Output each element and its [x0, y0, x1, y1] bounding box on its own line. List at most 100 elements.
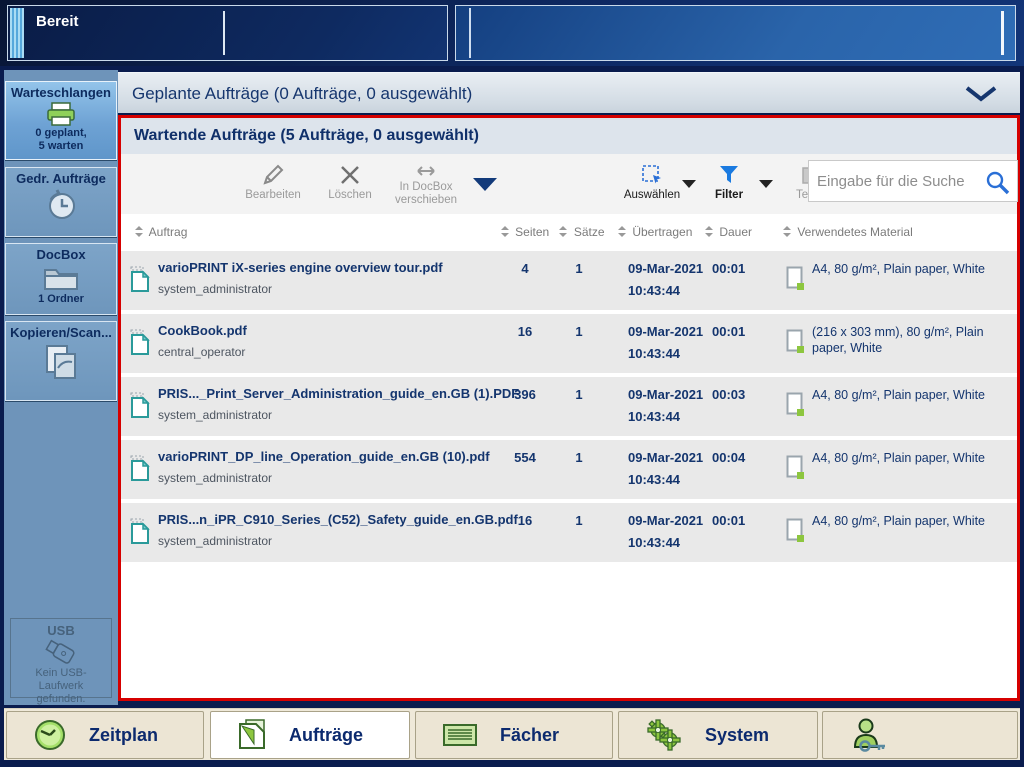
top-status-bar: Bereit: [0, 0, 1024, 66]
job-material: A4, 80 g/m², Plain paper, White: [812, 451, 986, 465]
sidebar-item-warteschlangen[interactable]: Warteschlangen 0 geplant, 5 warten: [5, 81, 117, 160]
sidebar: Warteschlangen 0 geplant, 5 warten Gedr.…: [4, 70, 118, 705]
tab-auftraege[interactable]: Aufträge: [210, 711, 410, 759]
job-owner: central_operator: [158, 345, 246, 359]
sidebar-item-kopieren-scan[interactable]: Kopieren/Scan...: [5, 321, 117, 401]
chevron-down-icon[interactable]: [964, 86, 998, 102]
right-edge: [1020, 66, 1024, 767]
job-name: PRIS..._Print_Server_Administration_guid…: [158, 386, 520, 401]
job-material: A4, 80 g/m², Plain paper, White: [812, 514, 986, 528]
move-to-docbox-button[interactable]: In DocBox verschieben: [385, 161, 467, 207]
sidebar-item-gedr-auftraege[interactable]: Gedr. Aufträge: [5, 167, 117, 237]
job-owner: system_administrator: [158, 282, 273, 296]
tab-faecher[interactable]: Fächer: [415, 711, 613, 759]
table-row[interactable]: PRIS...n_iPR_C910_Series_(C52)_Safety_gu…: [121, 503, 1017, 562]
job-name: CookBook.pdf: [158, 323, 247, 338]
copy-scan-icon: [46, 345, 76, 379]
machine-status-text: Bereit: [36, 13, 79, 30]
filter-button[interactable]: Filter: [696, 161, 762, 202]
scheduled-jobs-bar[interactable]: Geplante Aufträge (0 Aufträge, 0 ausgewä…: [118, 72, 1020, 113]
tab-login[interactable]: [822, 711, 1018, 759]
job-document-icon: [130, 455, 150, 481]
column-header-auftrag[interactable]: Auftrag: [135, 225, 187, 239]
sidebar-item-docbox[interactable]: DocBox 1 Ordner: [5, 243, 117, 315]
jobs-table-body: varioPRINT iX-series engine overview tou…: [121, 251, 1017, 562]
column-header-seiten[interactable]: Seiten: [499, 225, 551, 239]
search-box: [808, 160, 1018, 202]
tab-zeitplan[interactable]: Zeitplan: [6, 711, 204, 759]
select-dropdown[interactable]: [682, 180, 696, 188]
material-icon: [786, 455, 804, 479]
column-header-saetze[interactable]: Sätze: [553, 225, 611, 239]
tab-label: Zeitplan: [89, 724, 159, 745]
gears-icon: [645, 718, 683, 752]
info-divider-right: [1001, 11, 1004, 55]
job-material: A4, 80 g/m², Plain paper, White: [812, 262, 986, 276]
job-transferred-date: 09-Mar-2021: [628, 324, 704, 339]
job-owner: system_administrator: [158, 534, 273, 548]
column-header-dauer[interactable]: Dauer: [705, 225, 752, 239]
job-sets: 1: [575, 513, 583, 528]
job-transferred-date: 09-Mar-2021: [628, 513, 704, 528]
queue-waiting-count: 5 warten: [38, 140, 84, 152]
secondary-status-box: [455, 5, 1016, 61]
job-pages: 16: [517, 513, 533, 528]
job-name: PRIS...n_iPR_C910_Series_(C52)_Safety_gu…: [158, 512, 518, 527]
tab-label: Fächer: [500, 724, 560, 745]
info-divider-left: [469, 8, 471, 58]
sidebar-item-label: DocBox: [36, 247, 86, 262]
status-divider: [223, 11, 225, 55]
job-transferred-date: 09-Mar-2021: [628, 450, 704, 465]
table-row[interactable]: CookBook.pdf central_operator 16 1 09-Ma…: [121, 314, 1017, 373]
job-pages: 396: [514, 387, 536, 402]
material-icon: [786, 329, 804, 353]
folder-icon: [44, 269, 78, 290]
move-arrows-icon: [417, 166, 435, 176]
job-duration: 00:01: [712, 513, 746, 528]
job-document-icon: [130, 266, 150, 292]
job-transferred-date: 09-Mar-2021: [628, 261, 704, 276]
column-header-uebertragen[interactable]: Übertragen: [618, 225, 692, 239]
tab-label: System: [705, 724, 770, 745]
job-owner: system_administrator: [158, 471, 273, 485]
job-transferred-date: 09-Mar-2021: [628, 387, 704, 402]
usb-label: USB: [47, 623, 75, 638]
pencil-icon: [263, 164, 284, 185]
job-pages: 4: [521, 261, 529, 276]
status-stripes-icon: [10, 8, 24, 58]
more-actions-dropdown[interactable]: [473, 178, 497, 191]
job-transferred-time: 10:43:44: [628, 535, 681, 550]
search-icon[interactable]: [985, 170, 1011, 196]
sort-icon: [500, 226, 509, 237]
tab-system[interactable]: System: [618, 711, 818, 759]
job-pages: 16: [517, 324, 533, 339]
table-row[interactable]: varioPRINT_DP_line_Operation_guide_en.GB…: [121, 440, 1017, 499]
select-button[interactable]: Auswählen: [615, 161, 689, 202]
filter-dropdown[interactable]: [759, 180, 773, 188]
jobs-icon: [237, 718, 267, 752]
table-row[interactable]: varioPRINT iX-series engine overview tou…: [121, 251, 1017, 310]
job-name: varioPRINT_DP_line_Operation_guide_en.GB…: [158, 449, 490, 464]
job-material: A4, 80 g/m², Plain paper, White: [812, 388, 986, 402]
bottom-tab-bar: Zeitplan Aufträge Fächer System: [4, 708, 1020, 760]
user-key-icon: [849, 717, 889, 753]
job-duration: 00:03: [712, 387, 746, 402]
printer-icon: [47, 102, 75, 126]
job-duration: 00:01: [712, 261, 746, 276]
job-owner: system_administrator: [158, 408, 273, 422]
delete-button[interactable]: Löschen: [313, 161, 387, 202]
job-sets: 1: [575, 450, 583, 465]
edit-button[interactable]: Bearbeiten: [236, 161, 310, 202]
job-document-icon: [130, 518, 150, 544]
material-icon: [786, 518, 804, 542]
search-input[interactable]: [817, 161, 977, 201]
table-row[interactable]: PRIS..._Print_Server_Administration_guid…: [121, 377, 1017, 436]
scheduled-jobs-title: Geplante Aufträge (0 Aufträge, 0 ausgewä…: [132, 84, 473, 103]
usb-section: USB Kein USB-Laufwerk gefunden.: [10, 618, 112, 705]
job-material: (216 x 303 mm), 80 g/m², Plain paper, Wh…: [812, 325, 984, 355]
column-header-material[interactable]: Verwendetes Material: [783, 225, 913, 239]
job-duration: 00:04: [712, 450, 746, 465]
job-transferred-time: 10:43:44: [628, 472, 681, 487]
job-transferred-time: 10:43:44: [628, 409, 681, 424]
select-icon: [642, 165, 661, 184]
